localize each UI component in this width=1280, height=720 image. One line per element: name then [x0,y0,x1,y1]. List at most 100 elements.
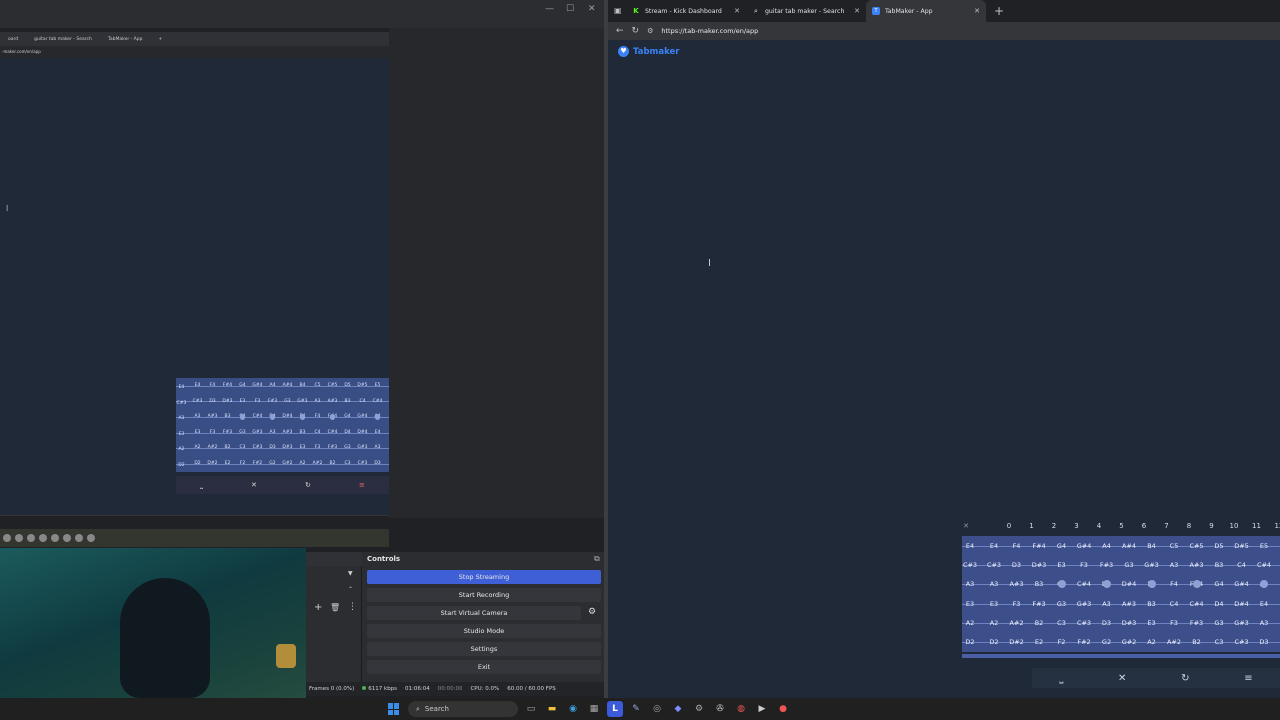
fret-note[interactable]: G#4 [1073,539,1095,553]
store-icon[interactable]: ▦ [586,701,602,717]
taskbar-search[interactable]: ⌕ Search [408,701,518,717]
fret-note[interactable]: C3 [1208,635,1230,649]
windows-start-icon[interactable] [388,703,400,715]
fret-note[interactable]: C4 [310,428,325,438]
fret-note[interactable]: C#3 [190,397,205,407]
fret-note[interactable]: G3 [1118,558,1140,572]
open-string-label[interactable]: A3 [176,412,187,426]
fret-note[interactable]: A#4 [280,381,295,391]
tabmaker-logo[interactable]: ♥ Tabmaker [618,46,680,57]
fret-note[interactable]: C5 [1163,539,1185,553]
fret-note[interactable]: D3 [265,443,280,453]
fret-note[interactable]: B3 [1208,558,1230,572]
open-string-label[interactable]: C#3 [176,397,187,411]
reload-icon[interactable]: ↻ [632,26,640,36]
chevron-down-icon[interactable]: ▼ [348,570,353,577]
fret-note[interactable]: G#3 [1073,597,1095,611]
fret-note[interactable]: F3 [1163,616,1185,630]
fret-note[interactable]: B3 [1028,577,1050,591]
fret-note[interactable]: D#4 [1118,577,1140,591]
more-options-icon[interactable]: ⋮ [348,602,357,612]
fret-note[interactable]: F4 [310,412,325,422]
open-string-label[interactable]: D2 [176,459,187,472]
start-recording-button[interactable]: Start Recording [367,588,601,602]
close-tab-icon[interactable]: ✕ [854,7,860,15]
fret-note[interactable]: G#2 [280,459,295,469]
fret-note[interactable]: G3 [280,397,295,407]
fret-note[interactable]: D#3 [280,443,295,453]
fret-note[interactable]: G3 [235,428,250,438]
exit-button[interactable]: Exit [367,660,601,674]
fret-note[interactable]: G2 [265,459,280,469]
add-source-icon[interactable]: + [314,602,322,613]
fret-note[interactable]: C#4 [1186,597,1208,611]
fret-note[interactable]: G4 [1051,539,1073,553]
fret-note[interactable]: B2 [325,459,340,469]
open-string-label[interactable]: A2 [962,616,978,630]
fret-note[interactable]: G#4 [250,381,265,391]
app-l-icon[interactable]: L [607,701,623,717]
close-tab-icon[interactable]: ✕ [734,7,740,15]
fret-note[interactable]: F3 [205,428,220,438]
fret-note[interactable]: E3 [1051,558,1073,572]
fret-note[interactable]: C4 [1163,597,1185,611]
chevron-up-icon[interactable]: ⌃ [348,586,353,593]
fretboard-scrollbar[interactable] [962,654,1280,658]
fret-note[interactable]: A2 [1141,635,1163,649]
fret-note[interactable]: D#3 [1028,558,1050,572]
fret-note[interactable]: A2 [983,616,1005,630]
fret-note[interactable]: G3 [340,443,355,453]
media-player-icon[interactable]: ▶ [754,701,770,717]
tab-search[interactable]: ⌕ guitar tab maker - Search ✕ [746,0,866,22]
editor-icon[interactable]: ✎ [628,701,644,717]
fret-note[interactable]: F#3 [220,428,235,438]
fret-note[interactable]: D3 [370,459,385,469]
tab-kick-dashboard[interactable]: K Stream - Kick Dashboard ✕ [626,0,746,22]
fret-note[interactable]: A#2 [1006,616,1028,630]
fret-note[interactable]: D3 [205,397,220,407]
fret-note[interactable]: B3 [1141,597,1163,611]
fret-note[interactable]: C3 [235,443,250,453]
fret-note[interactable]: D#4 [280,412,295,422]
fret-note[interactable]: C#3 [1073,616,1095,630]
studio-mode-button[interactable]: Studio Mode [367,624,601,638]
fret-note[interactable]: A#3 [1006,577,1028,591]
fret-note[interactable]: C#5 [1186,539,1208,553]
fret-note[interactable]: G4 [1208,577,1230,591]
fret-note[interactable]: F4 [1163,577,1185,591]
fret-note[interactable]: E2 [220,459,235,469]
fret-note[interactable]: B4 [1141,539,1163,553]
menu-icon[interactable]: ≡ [1244,673,1252,684]
fret-note[interactable]: G#3 [355,443,370,453]
fret-note[interactable]: G#2 [1118,635,1140,649]
fret-note[interactable]: D4 [1208,597,1230,611]
maximize-icon[interactable]: ☐ [566,4,574,14]
gear-icon[interactable]: ⚙ [588,607,596,617]
open-string-label[interactable]: E4 [176,381,187,395]
fret-note[interactable]: F#3 [1096,558,1118,572]
fret-note[interactable]: C#4 [325,428,340,438]
fret-note[interactable]: D#2 [205,459,220,469]
fret-note[interactable]: G#4 [1231,577,1253,591]
fret-note[interactable]: D3 [1253,635,1275,649]
fret-note[interactable]: G4 [340,412,355,422]
fret-note[interactable]: E2 [1028,635,1050,649]
fret-note[interactable]: F#3 [1186,616,1208,630]
settings-button[interactable]: Settings [367,642,601,656]
fret-note[interactable]: C#3 [355,459,370,469]
fret-note[interactable]: A3 [983,577,1005,591]
fret-note[interactable]: D#2 [1006,635,1028,649]
fret-note[interactable]: F#3 [325,443,340,453]
chrome-icon[interactable]: ◍ [733,701,749,717]
back-icon[interactable]: ← [616,26,624,36]
fret-note[interactable]: G#4 [355,412,370,422]
start-virtual-camera-button[interactable]: Start Virtual Camera [367,606,581,620]
fret-note[interactable]: A#2 [310,459,325,469]
fret-note[interactable]: D5 [340,381,355,391]
fret-note[interactable]: E3 [1141,616,1163,630]
fret-note[interactable]: D#3 [220,397,235,407]
steam-icon[interactable]: ✇ [712,701,728,717]
fret-note[interactable]: F#3 [1028,597,1050,611]
fret-note[interactable]: E4 [370,428,385,438]
fret-note[interactable]: B2 [220,443,235,453]
